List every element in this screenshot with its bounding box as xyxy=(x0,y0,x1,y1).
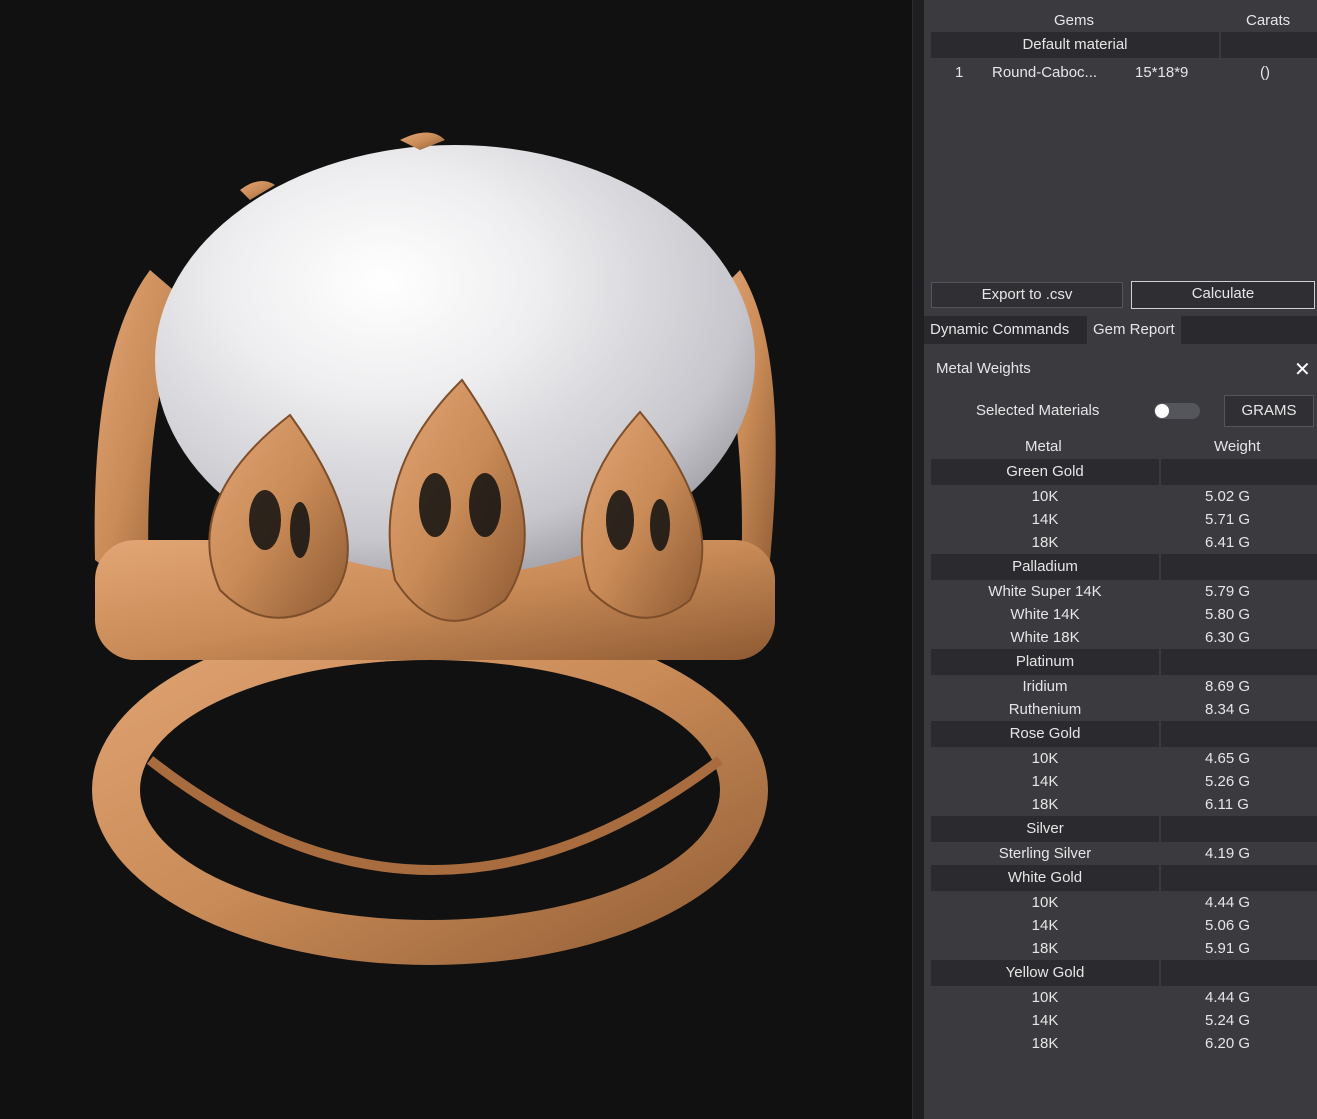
metal-group-label: Platinum xyxy=(931,649,1161,675)
metal-weight-row: 14K 5.06 G xyxy=(931,914,1317,937)
ring-render xyxy=(92,132,776,965)
metal-name: White 18K xyxy=(1010,629,1080,646)
metal-weight-value: 6.41 G xyxy=(1205,534,1251,551)
gem-row[interactable]: 1 Round-Caboc... 15*18*9 () xyxy=(931,60,1317,86)
metal-weight-row: 18K 6.11 G xyxy=(931,793,1317,816)
metal-weight-value: 5.06 G xyxy=(1205,917,1251,934)
metal-name: Ruthenium xyxy=(1008,701,1082,718)
metal-weight-value: 4.19 G xyxy=(1205,845,1251,862)
metal-weight-row: 14K 5.26 G xyxy=(931,770,1317,793)
metal-weight-value: 6.11 G xyxy=(1205,796,1249,813)
metal-name: 10K xyxy=(1031,750,1059,767)
metal-group-label: Rose Gold xyxy=(931,721,1161,747)
metal-weight-row: 14K 5.24 G xyxy=(931,1009,1317,1032)
metal-weight-value: 5.79 G xyxy=(1205,583,1251,600)
metal-weight-value: 4.44 G xyxy=(1205,894,1251,911)
metal-weight-value: 8.69 G xyxy=(1205,678,1251,695)
metal-weight-value: 5.02 G xyxy=(1205,488,1251,505)
unit-grams-button[interactable]: GRAMS xyxy=(1224,395,1314,427)
metal-name: 10K xyxy=(1031,989,1059,1006)
carats-column-header: Carats xyxy=(1246,12,1291,29)
metal-weight-value: 5.91 G xyxy=(1205,940,1251,957)
metal-name: Sterling Silver xyxy=(998,845,1092,862)
metal-weights-title: Metal Weights xyxy=(936,360,1031,377)
metal-group-row: White Gold xyxy=(931,865,1317,891)
metal-name: 14K xyxy=(1031,511,1059,528)
metal-name: White 14K xyxy=(1010,606,1080,623)
metal-group-label: Green Gold xyxy=(931,459,1161,485)
metal-weight-row: 10K 4.44 G xyxy=(931,986,1317,1009)
metal-weights-table: Green Gold 10K 5.02 G 14K 5.71 G 18K 6.41 G Pal… xyxy=(931,459,1317,1055)
gem-size: 15*18*9 xyxy=(1135,64,1189,81)
metal-group-row: Green Gold xyxy=(931,459,1317,485)
metal-weight-value: 4.65 G xyxy=(1205,750,1251,767)
gem-name: Round-Caboc... xyxy=(992,64,1098,81)
tab-gem-report[interactable]: Gem Report xyxy=(1087,316,1181,344)
metal-weight-row: 10K 4.44 G xyxy=(931,891,1317,914)
metal-weight-value: 6.30 G xyxy=(1205,629,1251,646)
metal-weight-row: 10K 5.02 G xyxy=(931,485,1317,508)
gems-column-header: Gems xyxy=(1054,12,1095,29)
metal-weight-value: 8.34 G xyxy=(1205,701,1251,718)
metal-weight-value: 5.24 G xyxy=(1205,1012,1251,1029)
metal-name: 14K xyxy=(1031,917,1059,934)
weight-column-header: Weight xyxy=(1214,438,1261,455)
metal-name: 10K xyxy=(1031,894,1059,911)
metal-group-label: Silver xyxy=(931,816,1161,842)
metal-weight-value: 5.71 G xyxy=(1205,511,1251,528)
metal-weight-value: 4.44 G xyxy=(1205,989,1251,1006)
metal-name: Iridium xyxy=(1022,678,1068,695)
gem-index: 1 xyxy=(955,64,964,81)
metal-weight-row: Iridium 8.69 G xyxy=(931,675,1317,698)
export-csv-button[interactable]: Export to .csv xyxy=(931,282,1123,308)
metal-name: 18K xyxy=(1031,940,1059,957)
metal-group-row: Palladium xyxy=(931,554,1317,580)
metal-name: 18K xyxy=(1031,796,1059,813)
metal-group-row: Platinum xyxy=(931,649,1317,675)
calculate-button[interactable]: Calculate xyxy=(1131,281,1315,309)
metal-name: 14K xyxy=(1031,773,1059,790)
metal-name: White Super 14K xyxy=(988,583,1102,600)
metal-weight-value: 5.26 G xyxy=(1205,773,1251,790)
ring-band xyxy=(92,615,768,965)
metal-weight-value: 5.80 G xyxy=(1205,606,1251,623)
tab-dynamic-commands[interactable]: Dynamic Commands xyxy=(924,316,1075,344)
panel-tabs: Dynamic Commands Gem Report xyxy=(924,316,1317,344)
close-icon[interactable]: ✕ xyxy=(1294,357,1311,382)
metal-weight-row: White 14K 5.80 G xyxy=(931,603,1317,626)
toggle-knob xyxy=(1155,404,1169,418)
metal-group-label: Palladium xyxy=(931,554,1161,580)
metal-weight-row: 18K 6.20 G xyxy=(931,1032,1317,1055)
panel-splitter[interactable] xyxy=(912,0,924,1119)
metal-name: 10K xyxy=(1031,488,1059,505)
metal-name: 14K xyxy=(1031,1012,1059,1029)
metal-weight-row: White 18K 6.30 G xyxy=(931,626,1317,649)
metal-weight-row: Sterling Silver 4.19 G xyxy=(931,842,1317,865)
metal-group-row: Rose Gold xyxy=(931,721,1317,747)
3d-viewport[interactable] xyxy=(0,0,912,1119)
gems-table-header: Gems Carats xyxy=(924,8,1317,32)
metal-column-header: Metal xyxy=(1025,438,1062,455)
metal-weight-value: 6.20 G xyxy=(1205,1035,1251,1052)
metal-weight-row: 18K 5.91 G xyxy=(931,937,1317,960)
metal-name: 18K xyxy=(1031,1035,1059,1052)
metal-weight-row: White Super 14K 5.79 G xyxy=(931,580,1317,603)
selected-materials-toggle[interactable] xyxy=(1154,403,1200,419)
metal-weights-header: Metal Weight xyxy=(931,436,1317,458)
gem-carats: () xyxy=(1260,64,1270,81)
side-panel: Gems Carats Default material 1 Round-Cab… xyxy=(924,0,1317,1119)
metal-group-row: Silver xyxy=(931,816,1317,842)
metal-weight-row: Ruthenium 8.34 G xyxy=(931,698,1317,721)
metal-weight-row: 18K 6.41 G xyxy=(931,531,1317,554)
metal-name: 18K xyxy=(1031,534,1059,551)
gem-material-group-label: Default material xyxy=(931,32,1221,58)
metal-group-label: Yellow Gold xyxy=(931,960,1161,986)
selected-materials-label: Selected Materials xyxy=(976,402,1100,419)
metal-weight-row: 14K 5.71 G xyxy=(931,508,1317,531)
gem-material-group: Default material xyxy=(931,32,1317,58)
metal-weight-row: 10K 4.65 G xyxy=(931,747,1317,770)
metal-group-label: White Gold xyxy=(931,865,1161,891)
metal-group-row: Yellow Gold xyxy=(931,960,1317,986)
